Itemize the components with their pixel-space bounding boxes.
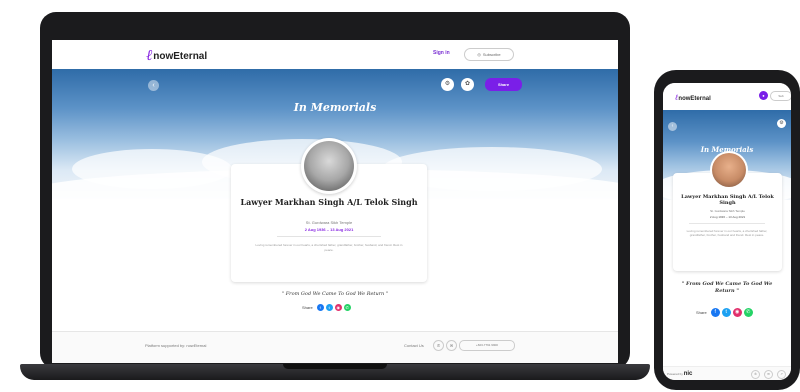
phone-cemetery-name: St. Gurdwara Sikh Temple <box>710 209 745 213</box>
laptop-base <box>20 364 650 380</box>
phone-icon[interactable]: ✆ <box>751 370 760 379</box>
subscribe-button[interactable]: ◎ Subscribe <box>464 48 514 61</box>
phone-tribute-text: Loving remembered forever in our hearts,… <box>686 229 768 237</box>
phone-life-dates: 2 Aug 1936 – 13 Aug 2021 <box>709 215 746 219</box>
bell-icon: ◎ <box>477 52 481 57</box>
phone-device: ℓnowEternal ● Sub ‹ ⚙ In Memorials Lawye… <box>654 70 800 390</box>
powered-by-text: Platform supported by: nowEternal <box>145 343 207 348</box>
site-logo[interactable]: ℓ nowEternal <box>146 46 208 64</box>
phone-subscribe-button[interactable]: Sub <box>770 91 791 101</box>
hero-title: In Memorials <box>293 101 377 114</box>
top-nav: ℓ nowEternal Sign in ◎ Subscribe <box>52 40 618 69</box>
logo-mark-icon: ℓ <box>146 46 153 64</box>
phone-site-logo[interactable]: ℓnowEternal <box>675 92 711 102</box>
footer: Platform supported by: nowEternal Contac… <box>52 331 618 363</box>
mail-icon[interactable]: ✉ <box>764 370 773 379</box>
phone-memorial-quote: " From God We Came To God We Return " <box>681 281 773 294</box>
subscribe-label: Subscribe <box>482 52 501 57</box>
share-button[interactable]: Share <box>485 78 522 91</box>
memorial-quote: " From God We Came To God We Return " <box>281 291 389 297</box>
divider <box>277 236 381 237</box>
gear-icon[interactable]: ⚙ <box>441 78 454 91</box>
phone-powered-by: Powered by nic <box>667 371 693 377</box>
phone-screen: ℓnowEternal ● Sub ‹ ⚙ In Memorials Lawye… <box>663 83 791 380</box>
phone-share-row: Share f t ◉ ✆ <box>696 308 753 317</box>
phone-deceased-name: Lawyer Markhan Singh A/L Telok Singh <box>681 194 774 206</box>
life-dates: 2 Aug 1936 – 13 Aug 2021 <box>304 227 354 232</box>
deceased-name: Lawyer Markhan Singh A/L Telok Singh <box>240 197 418 207</box>
phone-top-nav: ℓnowEternal ● Sub <box>663 83 791 110</box>
back-arrow-icon[interactable]: ‹ <box>668 122 677 131</box>
back-arrow-icon[interactable]: ‹ <box>148 80 159 91</box>
phone-footer: Powered by nic ✆ ✉ ↗ <box>663 366 791 380</box>
twitter-icon[interactable]: t <box>325 304 333 311</box>
facebook-icon[interactable]: f <box>710 308 720 317</box>
flower-icon[interactable]: ✿ <box>461 78 474 91</box>
gear-icon[interactable]: ⚙ <box>777 119 786 128</box>
mail-icon[interactable]: ✉ <box>446 340 457 351</box>
instagram-icon[interactable]: ◉ <box>334 304 342 311</box>
whatsapp-icon[interactable]: ✆ <box>743 308 753 317</box>
logo-text: nowEternal <box>153 51 208 62</box>
laptop-lid: ℓ nowEternal Sign in ◎ Subscribe ‹ ⚙ ✿ S… <box>40 12 630 369</box>
share-icon[interactable]: ↗ <box>777 370 786 379</box>
laptop-screen: ℓ nowEternal Sign in ◎ Subscribe ‹ ⚙ ✿ S… <box>52 40 618 363</box>
phone-share-label: Share <box>696 310 707 315</box>
laptop-device: ℓ nowEternal Sign in ◎ Subscribe ‹ ⚙ ✿ S… <box>20 12 650 380</box>
avatar <box>301 138 357 194</box>
facebook-icon[interactable]: f <box>316 304 324 311</box>
twitter-icon[interactable]: t <box>721 308 731 317</box>
phone-divider <box>689 223 765 224</box>
instagram-icon[interactable]: ◉ <box>732 308 742 317</box>
contact-label: Contact Us <box>404 343 424 348</box>
tribute-text: Loving remembered forever in our hearts,… <box>255 243 403 252</box>
whatsapp-icon[interactable]: ✆ <box>343 304 351 311</box>
share-row: Share f t ◉ ✆ <box>302 304 351 311</box>
sign-in-link[interactable]: Sign in <box>433 50 450 56</box>
user-avatar-icon[interactable]: ● <box>759 91 768 100</box>
phone-avatar <box>710 151 748 189</box>
share-label: Share <box>302 305 313 310</box>
phone-icon[interactable]: ✆ <box>433 340 444 351</box>
phone-number[interactable]: +603-7791 9900 <box>459 340 515 351</box>
cemetery-name: St. Gurdwara Sikh Temple <box>305 220 353 225</box>
